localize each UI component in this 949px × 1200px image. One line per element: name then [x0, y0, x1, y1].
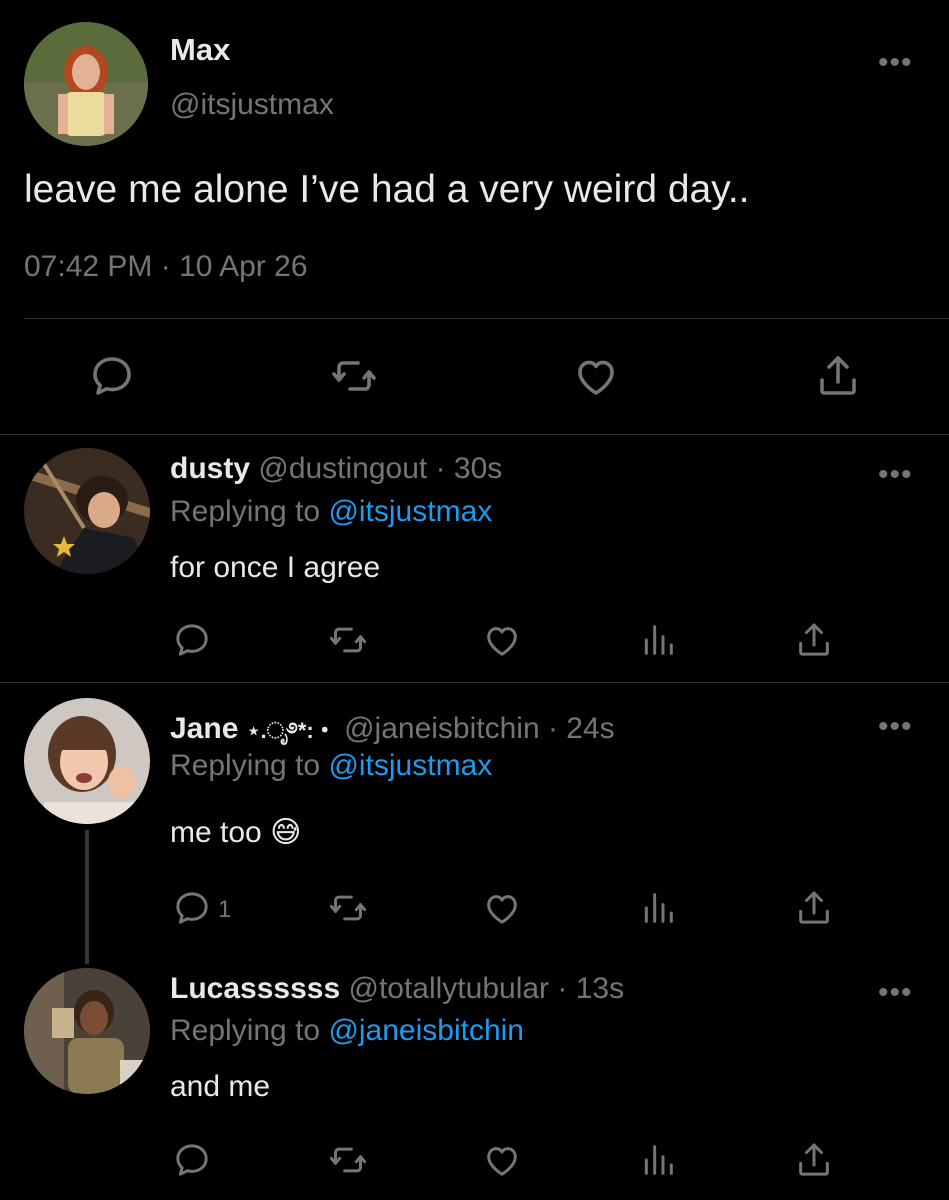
like-icon[interactable]	[482, 888, 522, 928]
avatar-max[interactable]	[24, 22, 148, 146]
replying-to-link[interactable]: @itsjustmax	[328, 749, 492, 782]
reply-text: and me	[170, 1070, 271, 1103]
avatar-jane[interactable]	[24, 698, 150, 824]
handle[interactable]: @itsjustmax	[170, 88, 334, 122]
divider	[0, 682, 949, 683]
comment-icon[interactable]	[172, 620, 212, 660]
comment-icon[interactable]	[172, 1140, 212, 1180]
comment-icon[interactable]	[172, 888, 212, 928]
retweet-icon[interactable]	[328, 888, 368, 928]
comment-icon[interactable]	[88, 352, 136, 400]
replying-to-link[interactable]: @itsjustmax	[328, 495, 492, 528]
tweet-timestamp: 07:42 PM · 10 Apr 26	[24, 250, 308, 283]
sweat-smile-emoji: 😅	[270, 816, 302, 849]
handle[interactable]: @janeisbitchin	[344, 712, 540, 745]
reply-time[interactable]: · 30s	[436, 452, 503, 485]
divider	[24, 318, 949, 319]
reply-text: me too	[170, 816, 262, 849]
like-icon[interactable]	[572, 352, 620, 400]
replying-label: Replying to	[170, 495, 321, 528]
name-symbols: ⋆.ೃ࿔*:・	[246, 718, 336, 743]
more-options-button[interactable]: •••	[878, 48, 913, 78]
replying-label: Replying to	[170, 749, 321, 782]
like-icon[interactable]	[482, 620, 522, 660]
avatar-dusty[interactable]	[24, 448, 150, 574]
retweet-icon[interactable]	[330, 352, 378, 400]
analytics-icon[interactable]	[638, 1140, 678, 1180]
like-icon[interactable]	[482, 1140, 522, 1180]
handle[interactable]: @dustingout	[258, 452, 427, 485]
reply-time[interactable]: · 13s	[557, 972, 624, 1005]
share-icon[interactable]	[794, 620, 834, 660]
share-icon[interactable]	[794, 888, 834, 928]
display-name[interactable]: Lucassssss	[170, 972, 340, 1005]
divider	[0, 434, 949, 435]
reply-text: for once I agree	[170, 551, 381, 584]
more-options-button[interactable]: •••	[878, 712, 913, 742]
retweet-icon[interactable]	[328, 620, 368, 660]
replying-label: Replying to	[170, 1014, 321, 1047]
more-options-button[interactable]: •••	[878, 978, 913, 1008]
share-icon[interactable]	[794, 1140, 834, 1180]
analytics-icon[interactable]	[638, 620, 678, 660]
avatar-lucas[interactable]	[24, 968, 150, 1094]
display-name[interactable]: dusty	[170, 452, 250, 485]
replying-to-link[interactable]: @janeisbitchin	[328, 1014, 524, 1047]
handle[interactable]: @totallytubular	[348, 972, 549, 1005]
analytics-icon[interactable]	[638, 888, 678, 928]
more-options-button[interactable]: •••	[878, 460, 913, 490]
thread-line	[85, 830, 89, 964]
retweet-icon[interactable]	[328, 1140, 368, 1180]
share-icon[interactable]	[814, 352, 862, 400]
display-name[interactable]: Jane	[170, 712, 238, 745]
tweet-text: leave me alone I’ve had a very weird day…	[24, 168, 750, 211]
reply-count: 1	[218, 896, 232, 923]
display-name[interactable]: Max	[170, 32, 230, 68]
reply-time[interactable]: · 24s	[548, 712, 615, 745]
